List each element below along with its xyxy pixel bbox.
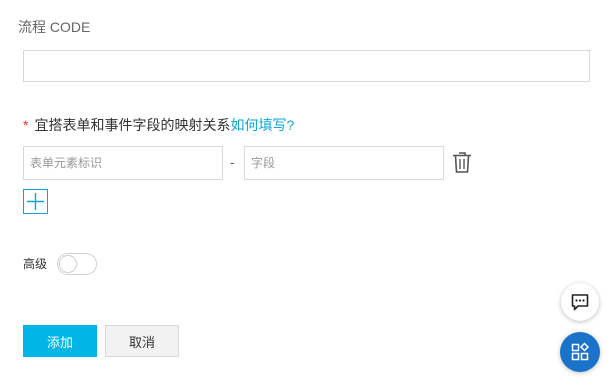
advanced-toggle[interactable] <box>57 253 97 275</box>
plus-icon <box>27 193 44 210</box>
flow-code-input[interactable] <box>23 50 590 82</box>
advanced-label: 高级 <box>23 257 48 271</box>
form-element-id-input[interactable] <box>23 146 223 180</box>
apps-grid-icon <box>571 342 590 361</box>
event-field-input[interactable] <box>244 146 444 180</box>
cancel-button[interactable]: 取消 <box>105 325 179 357</box>
mapping-label-text: 宜搭表单和事件字段的映射关系 <box>34 117 231 133</box>
toggle-knob <box>59 255 77 273</box>
apps-button[interactable] <box>560 332 600 372</box>
flow-code-label: 流程 CODE <box>18 19 91 35</box>
how-to-fill-link[interactable]: 如何填写? <box>230 117 294 133</box>
chat-button[interactable] <box>561 283 599 321</box>
chat-bubble-icon <box>571 294 589 311</box>
trash-icon[interactable] <box>452 151 472 173</box>
add-mapping-button[interactable] <box>23 189 48 214</box>
required-mark: * <box>23 117 29 133</box>
add-button[interactable]: 添加 <box>23 325 97 357</box>
mapping-separator: - <box>230 154 235 170</box>
mapping-label: * 宜搭表单和事件字段的映射关系如何填写? <box>23 115 294 135</box>
